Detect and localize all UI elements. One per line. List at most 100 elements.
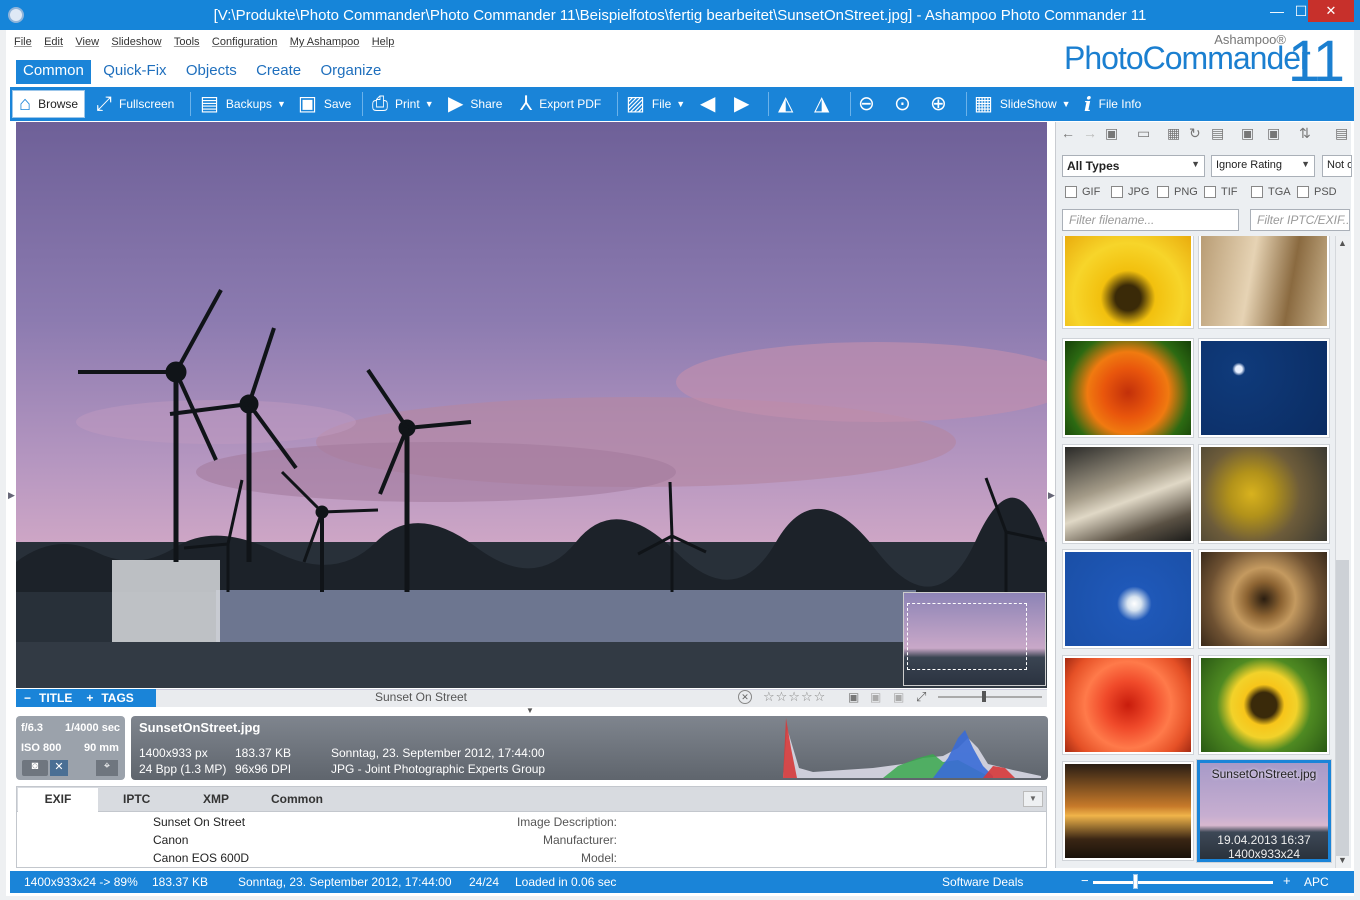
zoom-in-button[interactable]: ⊕ xyxy=(930,87,954,121)
refresh-icon[interactable]: ↻ xyxy=(1189,125,1201,142)
sort-icon[interactable]: ⇅ xyxy=(1299,125,1311,142)
new-folder-icon[interactable]: ▣ xyxy=(1267,125,1280,142)
thumbnail-sunset-grass[interactable] xyxy=(1063,762,1193,860)
menu-tools[interactable]: Tools xyxy=(174,36,200,48)
folder-icon[interactable]: ▣ xyxy=(1105,125,1118,142)
thumbnail-birds[interactable] xyxy=(1199,445,1329,543)
back-icon[interactable]: ← xyxy=(1061,125,1075,141)
type-filter-select[interactable]: All Types ▼ xyxy=(1062,155,1205,177)
checkbox-box[interactable] xyxy=(1251,186,1263,198)
compare-icon[interactable]: ▣ xyxy=(893,690,904,704)
title-tags-toggle[interactable]: − TITLE + TAGS xyxy=(16,689,156,707)
tab-xmp[interactable]: XMP xyxy=(203,792,229,806)
tab-create[interactable]: Create xyxy=(249,60,308,84)
checkbox-box[interactable] xyxy=(1204,186,1216,198)
collapse-title-icon[interactable]: − xyxy=(24,691,31,705)
scrollbar-thumb[interactable] xyxy=(1336,560,1349,856)
thumbnail-rose[interactable] xyxy=(1063,656,1193,754)
fullscreen-button[interactable]: ⤢ Fullscreen xyxy=(96,87,174,121)
zoom-slider-thumb[interactable] xyxy=(982,691,986,702)
clear-title-icon[interactable]: ✕ xyxy=(738,690,752,704)
tab-iptc[interactable]: IPTC xyxy=(123,792,150,806)
fit-icon[interactable]: ⤢ xyxy=(916,689,926,705)
thumbnail-sunflower[interactable] xyxy=(1199,656,1329,754)
browse-button[interactable]: ⌂ Browse xyxy=(12,90,86,118)
export-pdf-button[interactable]: ⅄ Export PDF xyxy=(520,87,601,121)
status-apc[interactable]: APC xyxy=(1304,875,1329,889)
zoom-out-icon[interactable]: − xyxy=(1081,873,1089,888)
tab-organize[interactable]: Organize xyxy=(313,60,388,84)
zoom-track[interactable] xyxy=(938,696,1042,698)
close-button[interactable]: ✕ xyxy=(1308,0,1354,22)
scroll-down-icon[interactable]: ▼ xyxy=(1338,855,1347,865)
thumbnail-dog[interactable] xyxy=(1199,550,1329,648)
collapse-left-icon[interactable]: ▶ xyxy=(8,490,15,501)
iptc-filter-input[interactable]: Filter IPTC/EXIF... xyxy=(1250,209,1350,231)
filter-jpg-checkbox[interactable]: JPG xyxy=(1111,186,1149,198)
share-button[interactable]: ▶ Share xyxy=(448,87,502,121)
collapse-right-icon[interactable]: ▶ xyxy=(1048,490,1055,501)
print-button[interactable]: ⎙ Print ▼ xyxy=(372,87,434,121)
scroll-up-icon[interactable]: ▲ xyxy=(1338,238,1347,248)
checkbox-box[interactable] xyxy=(1157,186,1169,198)
thumbnail-sunflower-bee[interactable] xyxy=(1063,236,1193,328)
tab-objects[interactable]: Objects xyxy=(179,60,244,84)
expand-tags-icon[interactable]: + xyxy=(86,691,93,705)
next-button[interactable]: ▶ xyxy=(734,87,756,121)
menu-help[interactable]: Help xyxy=(372,36,395,48)
rotate-left-button[interactable]: ◭ xyxy=(778,87,800,121)
rotate-right-button[interactable]: ◮ xyxy=(814,87,836,121)
tab-quick-fix[interactable]: Quick-Fix xyxy=(96,60,173,84)
checkbox-box[interactable] xyxy=(1297,186,1309,198)
checkbox-box[interactable] xyxy=(1111,186,1123,198)
file-info-button[interactable]: i File Info xyxy=(1084,87,1141,121)
compare-icon[interactable]: ▣ xyxy=(870,690,881,704)
menu-my-ashampoo[interactable]: My Ashampoo xyxy=(290,36,360,48)
previous-button[interactable]: ◀ xyxy=(700,87,722,121)
menu-configuration[interactable]: Configuration xyxy=(212,36,277,48)
image-icon[interactable]: ▣ xyxy=(848,690,859,704)
zoom-in-icon[interactable]: + xyxy=(1283,873,1291,888)
image-viewer[interactable] xyxy=(16,122,1047,688)
list-icon[interactable]: ▤ xyxy=(1211,125,1224,142)
file-button[interactable]: ▨ File ▼ xyxy=(626,87,685,121)
search-folder-icon[interactable]: ▣ xyxy=(1241,125,1254,142)
tab-common-meta[interactable]: Common xyxy=(271,792,323,806)
menu-view[interactable]: View xyxy=(75,36,99,48)
filter-psd-checkbox[interactable]: PSD xyxy=(1297,186,1337,198)
filename-filter-input[interactable]: Filter filename... xyxy=(1062,209,1239,231)
thumbnail-sunset-on-street[interactable]: SunsetOnStreet.jpg 19.04.2013 16:37 1400… xyxy=(1197,760,1331,862)
menu-file[interactable]: File xyxy=(14,36,32,48)
tab-common[interactable]: Common xyxy=(16,60,91,84)
thumbnail-dove[interactable] xyxy=(1063,550,1193,648)
thumbnail-grass-ladybug[interactable] xyxy=(1199,236,1329,328)
filter-tif-checkbox[interactable]: TIF xyxy=(1204,186,1238,198)
filter-gif-checkbox[interactable]: GIF xyxy=(1065,186,1100,198)
other-filter-select[interactable]: Not o xyxy=(1322,155,1352,177)
slideshow-button[interactable]: ▦ SlideShow ▼ xyxy=(974,87,1071,121)
image-title-field[interactable]: Sunset On Street xyxy=(156,690,686,704)
panel-icon[interactable]: ▭ xyxy=(1137,125,1150,142)
title-label[interactable]: TITLE xyxy=(39,691,72,705)
backups-button[interactable]: ▤ Backups ▼ xyxy=(200,87,286,121)
thumbnail-lily[interactable] xyxy=(1063,339,1193,437)
tags-label[interactable]: TAGS xyxy=(101,691,133,705)
rating-filter-select[interactable]: Ignore Rating ▼ xyxy=(1211,155,1315,177)
thumbnail-mushrooms[interactable] xyxy=(1063,445,1193,543)
thumbnail-moon[interactable] xyxy=(1199,339,1329,437)
filter-png-checkbox[interactable]: PNG xyxy=(1157,186,1198,198)
zoom-out-button[interactable]: ⊖ xyxy=(858,87,882,121)
forward-icon[interactable]: → xyxy=(1083,125,1097,141)
thumbnail-size-slider[interactable] xyxy=(1093,881,1273,884)
rating-stars[interactable]: ☆☆☆☆☆ xyxy=(763,689,826,705)
chevron-down-icon[interactable]: ▼ xyxy=(1023,791,1043,807)
slider-thumb[interactable] xyxy=(1133,874,1138,889)
checkbox-box[interactable] xyxy=(1065,186,1077,198)
menu-edit[interactable]: Edit xyxy=(44,36,63,48)
filter-tga-checkbox[interactable]: TGA xyxy=(1251,186,1291,198)
tab-exif[interactable]: EXIF xyxy=(18,788,98,812)
software-deals-link[interactable]: Software Deals xyxy=(942,875,1023,889)
grid-icon[interactable]: ▦ xyxy=(1167,125,1180,142)
save-button[interactable]: ▣ Save xyxy=(298,87,351,121)
zoom-fit-button[interactable]: ⊙ xyxy=(894,87,918,121)
